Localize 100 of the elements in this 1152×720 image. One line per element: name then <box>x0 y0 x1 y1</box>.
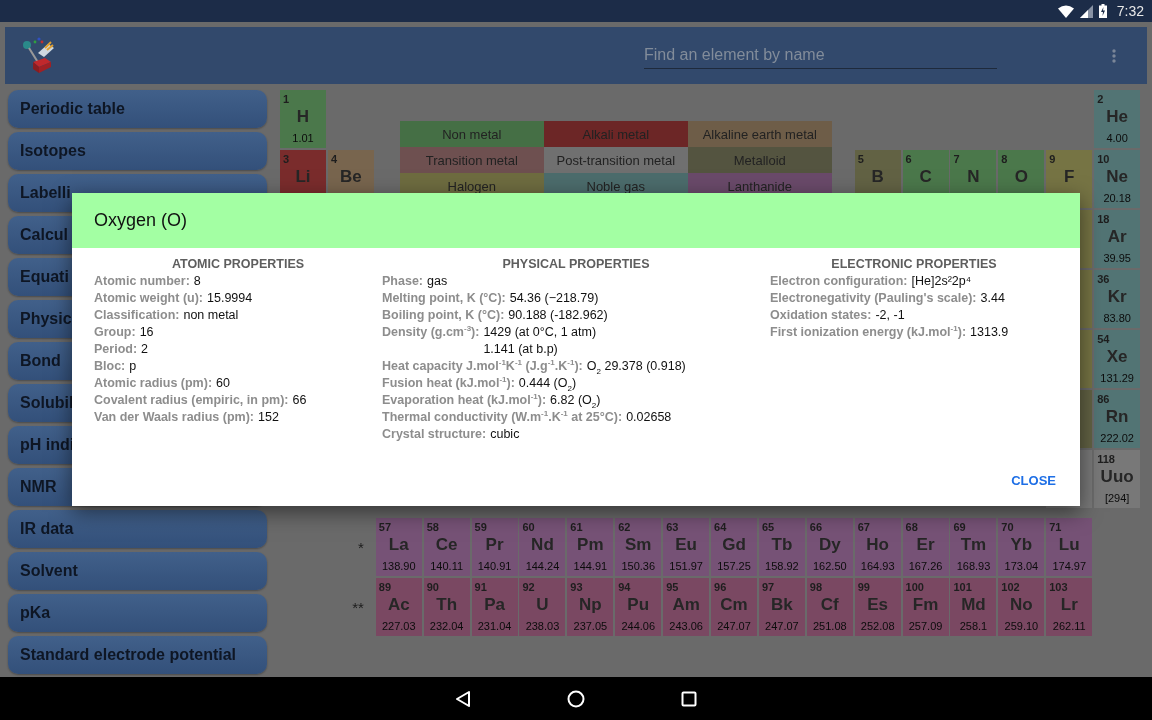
element-tile[interactable]: 98 Cf 251.08 <box>806 578 853 636</box>
element-tile[interactable]: 66 Dy 162.50 <box>806 518 853 576</box>
property-label: Thermal conductivity (W.m$^{-1}$.K$^{-1}$ at 25°C): <box>382 409 623 426</box>
element-tile[interactable]: 60 Nd 144.24 <box>519 518 566 576</box>
element-tile[interactable]: 54 Xe 131.29 <box>1094 330 1141 388</box>
element-symbol: Ac <box>387 594 410 616</box>
property-label: Density (g.cm$^{-3}$): <box>382 324 480 341</box>
element-symbol: O <box>1014 166 1028 188</box>
element-tile[interactable]: 118 Uuo [294] <box>1094 450 1141 508</box>
element-tile[interactable]: 65 Tb 158.92 <box>758 518 805 576</box>
element-symbol: He <box>1106 106 1128 128</box>
element-tile[interactable]: 2 He 4.00 <box>1094 90 1141 148</box>
home-icon[interactable] <box>567 689 585 708</box>
recents-icon[interactable] <box>681 690 697 707</box>
element-tile[interactable]: 93 Np 237.05 <box>567 578 614 636</box>
atomic-number: 58 <box>425 521 439 533</box>
element-tile[interactable]: 99 Es 252.08 <box>854 578 901 636</box>
atomic-number: 66 <box>808 521 823 533</box>
element-tile[interactable]: 86 Rn 222.02 <box>1094 390 1141 448</box>
element-tile[interactable]: 67 Ho 164.93 <box>854 518 901 576</box>
sidebar-item[interactable]: IR data <box>8 510 267 548</box>
more-icon[interactable] <box>1112 48 1116 63</box>
search-field[interactable]: Find an element by name <box>644 42 997 69</box>
element-symbol: Md <box>961 594 986 616</box>
element-symbol: Rn <box>1105 406 1129 428</box>
atomic-weight: 222.02 <box>1100 431 1134 445</box>
element-tile[interactable]: 57 La 138.90 <box>375 518 422 576</box>
element-tile[interactable]: 91 Pa 231.04 <box>471 578 518 636</box>
element-tile[interactable]: 62 Sm 150.36 <box>615 518 662 576</box>
element-symbol: Lr <box>1060 594 1078 616</box>
element-symbol: Nd <box>531 534 554 556</box>
atomic-weight: 158.92 <box>765 559 799 573</box>
element-tile[interactable]: 36 Kr 83.80 <box>1094 270 1141 328</box>
atomic-weight: 259.10 <box>1004 619 1039 633</box>
property-label: Atomic number: <box>94 273 190 290</box>
dialog-title: Oxygen (O) <box>94 210 188 231</box>
element-tile[interactable]: 64 Gd 157.25 <box>711 518 757 576</box>
property-value: 1313.9 <box>970 324 1009 341</box>
element-tile[interactable]: 102 No 259.10 <box>998 578 1045 636</box>
element-tile[interactable]: 58 Ce 140.11 <box>423 518 470 576</box>
element-tile[interactable]: 97 Bk 247.07 <box>758 578 805 636</box>
element-symbol: La <box>388 534 409 556</box>
atomic-weight: 243.06 <box>669 619 703 633</box>
element-tile[interactable]: 61 Pm 144.91 <box>567 518 614 576</box>
atomic-number: 118 <box>1096 453 1115 465</box>
element-tile[interactable]: 69 Tm 168.93 <box>950 518 997 576</box>
atomic-number: 100 <box>904 581 924 593</box>
sidebar-item[interactable]: Solvent <box>8 552 267 590</box>
atomic-number: 64 <box>713 521 727 533</box>
element-symbol: Ho <box>866 534 889 556</box>
element-symbol: Kr <box>1107 286 1127 308</box>
element-symbol: F <box>1064 166 1075 188</box>
element-tile[interactable]: 68 Er 167.26 <box>902 518 949 576</box>
atomic-weight: 140.91 <box>477 559 512 573</box>
atomic-number: 69 <box>952 521 966 533</box>
element-symbol: Ne <box>1106 166 1128 188</box>
sidebar-item[interactable]: Standard electrode potential <box>8 636 267 674</box>
element-symbol: Pr <box>485 534 504 556</box>
clock-time: 7:32 <box>1116 3 1144 19</box>
element-tile[interactable]: 10 Ne 20.18 <box>1094 150 1141 208</box>
element-tile[interactable]: 90 Th 232.04 <box>423 578 470 636</box>
sidebar-item[interactable]: Periodic table <box>8 90 267 128</box>
element-tile[interactable]: 18 Ar 39.95 <box>1094 210 1141 268</box>
atomic-number: 7 <box>952 153 960 165</box>
element-symbol: Pa <box>484 594 505 616</box>
element-tile[interactable]: 103 Lr 262.11 <box>1046 578 1093 636</box>
element-tile[interactable]: 95 Am 243.06 <box>663 578 710 636</box>
sidebar-item[interactable]: Isotopes <box>8 132 267 170</box>
close-button[interactable]: CLOSE <box>1003 467 1064 494</box>
element-tile[interactable]: 96 Cm 247.07 <box>711 578 757 636</box>
atomic-weight: 168.93 <box>956 559 991 573</box>
property-value: 8 <box>193 273 201 290</box>
atomic-weight: 1.01 <box>292 131 314 145</box>
element-tile[interactable]: 94 Pu 244.06 <box>615 578 662 636</box>
element-tile[interactable]: 89 Ac 227.03 <box>375 578 422 636</box>
property-value: -2, -1 <box>875 307 905 324</box>
property-label: Fusion heat (kJ.mol$^{-1}$): <box>382 375 515 392</box>
atomic-weight: 144.91 <box>573 559 608 573</box>
sidebar-item[interactable]: pKa <box>8 594 267 632</box>
element-tile[interactable]: 92 U 238.03 <box>519 578 566 636</box>
atomic-number: 99 <box>856 581 870 593</box>
element-tile[interactable]: 59 Pr 140.91 <box>471 518 518 576</box>
element-symbol: Pm <box>577 534 604 556</box>
atomic-weight: 4.00 <box>1106 131 1128 145</box>
element-tile[interactable]: 63 Eu 151.97 <box>663 518 710 576</box>
atomic-weight: 251.08 <box>812 619 847 633</box>
element-symbol: Er <box>916 534 935 556</box>
property-value: 16 <box>139 324 154 341</box>
element-tile[interactable]: 100 Fm 257.09 <box>902 578 949 636</box>
property-value: 2 <box>141 341 148 358</box>
atomic-weight: 157.25 <box>717 559 751 573</box>
atomic-number: 18 <box>1096 213 1110 225</box>
back-icon[interactable] <box>455 689 471 708</box>
element-tile[interactable]: 1 H 1.01 <box>280 90 326 148</box>
element-symbol: Dy <box>818 534 841 556</box>
element-tile[interactable]: 70 Yb 173.04 <box>998 518 1045 576</box>
element-symbol: Cf <box>820 594 839 616</box>
element-symbol: Tm <box>960 534 987 556</box>
element-tile[interactable]: 71 Lu 174.97 <box>1046 518 1093 576</box>
element-tile[interactable]: 101 Md 258.1 <box>950 578 997 636</box>
